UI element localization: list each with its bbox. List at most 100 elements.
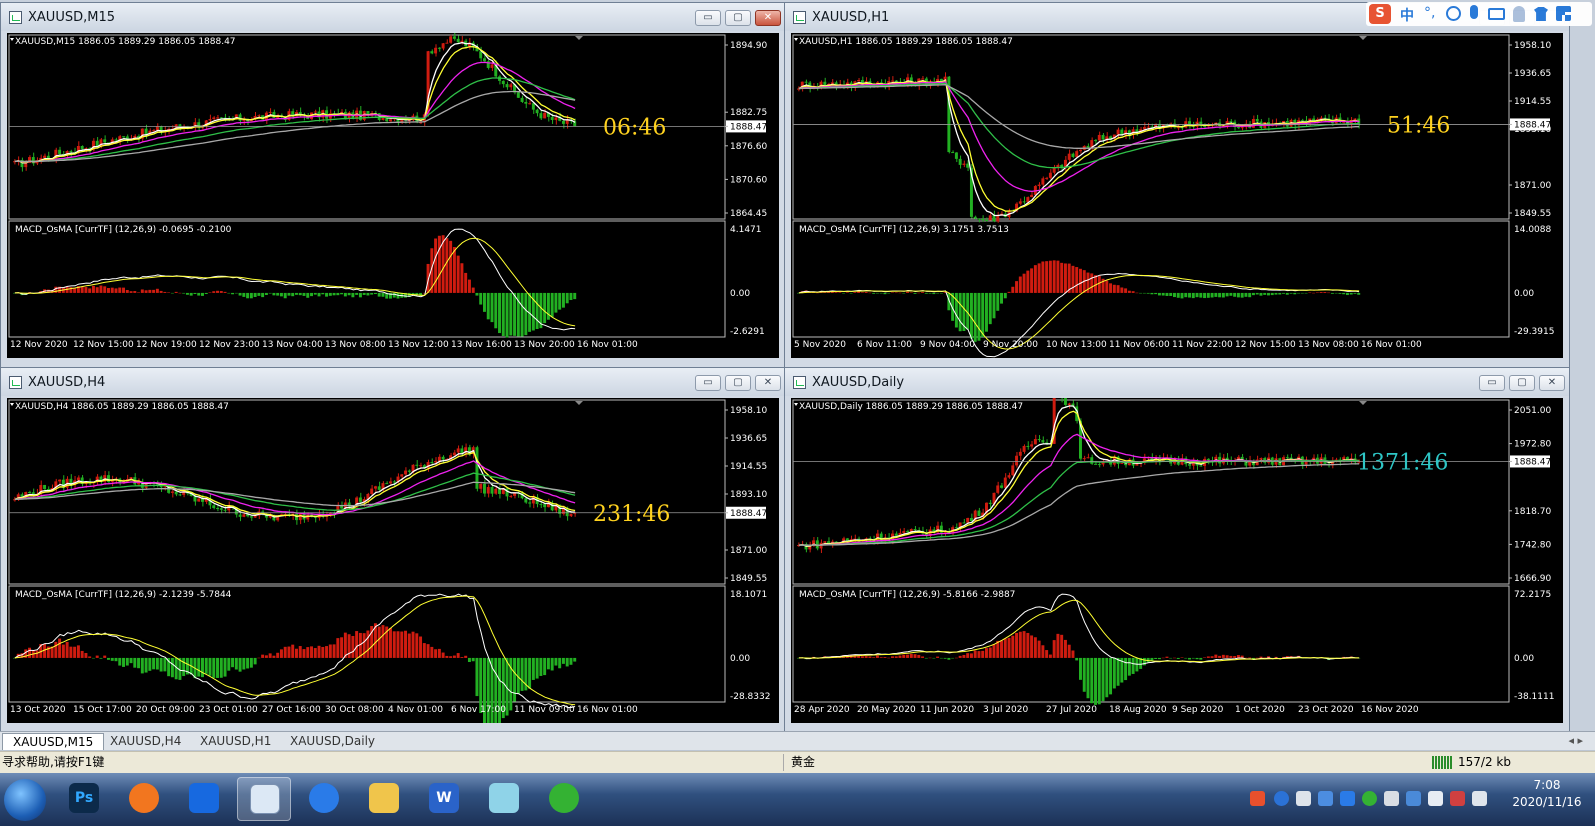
candlestick bbox=[31, 152, 35, 166]
macd-bar bbox=[231, 292, 235, 295]
macd-bar bbox=[1255, 657, 1259, 659]
candlestick bbox=[1323, 454, 1327, 464]
taskbar-mt4[interactable] bbox=[237, 777, 291, 821]
candlestick bbox=[95, 474, 99, 485]
window-titlebar[interactable]: XAUUSD,Daily ▭ ▢ ✕ bbox=[785, 368, 1569, 396]
macd-bar bbox=[494, 292, 498, 329]
chart-window-2[interactable]: XAUUSD,H1 XAUUSD,H1 1886.05 1889.29 1886… bbox=[784, 2, 1570, 368]
minimize-button[interactable]: ▭ bbox=[695, 10, 721, 26]
minimize-button[interactable]: ▭ bbox=[1479, 375, 1505, 391]
taskbar-wps[interactable]: W bbox=[417, 777, 471, 821]
macd-bar bbox=[475, 292, 479, 296]
macd-bar bbox=[125, 289, 129, 293]
maximize-button[interactable]: ▢ bbox=[1509, 375, 1535, 391]
time-tick-label: 23 Oct 2020 bbox=[1298, 705, 1354, 715]
price-tick-label: 1871.00 bbox=[730, 546, 767, 556]
price-tick-label: 1871.00 bbox=[1514, 181, 1551, 191]
macd-bar bbox=[1000, 640, 1003, 658]
macd-bar bbox=[1180, 657, 1184, 659]
taskbar-foxmail[interactable] bbox=[117, 777, 171, 821]
punctuation-icon[interactable]: °, bbox=[1424, 5, 1435, 21]
tab-xauusd-h1[interactable]: XAUUSD,H1 bbox=[190, 733, 281, 750]
cube-tray-icon[interactable] bbox=[1318, 791, 1333, 806]
candlestick bbox=[857, 78, 861, 82]
macd-bar bbox=[1154, 657, 1158, 659]
flag-tray-icon[interactable] bbox=[1450, 791, 1465, 806]
chart-window-3[interactable]: XAUUSD,H4 ▭ ▢ ✕ XAUUSD,H4 1886.05 1889.2… bbox=[0, 367, 786, 733]
network-tray-icon[interactable] bbox=[1428, 791, 1443, 806]
chart-area[interactable]: XAUUSD,H1 1886.05 1889.29 1886.05 1888.4… bbox=[791, 33, 1563, 358]
taskbar-wechat[interactable] bbox=[537, 777, 591, 821]
window-titlebar[interactable]: XAUUSD,H4 ▭ ▢ ✕ bbox=[1, 368, 785, 396]
toolbox-icon[interactable] bbox=[1556, 6, 1571, 21]
chart-area[interactable]: XAUUSD,Daily 1886.05 1889.29 1886.05 188… bbox=[791, 398, 1563, 723]
maximize-button[interactable]: ▢ bbox=[725, 10, 751, 26]
chart-menu-icon[interactable] bbox=[794, 38, 798, 41]
scissors-tray-icon[interactable] bbox=[1296, 791, 1311, 806]
candlestick bbox=[992, 210, 996, 223]
chart-shift-marker-icon[interactable] bbox=[575, 401, 583, 405]
macd-bar bbox=[501, 292, 505, 336]
macd-bar bbox=[932, 292, 936, 295]
tab-scroll-arrows[interactable]: ◂ ▸ bbox=[1568, 734, 1583, 747]
start-button[interactable] bbox=[4, 779, 46, 821]
sogou-icon[interactable]: S bbox=[1369, 4, 1391, 24]
chart-menu-icon[interactable] bbox=[10, 38, 14, 41]
sogou-tray-icon[interactable] bbox=[1250, 791, 1265, 806]
clock-date[interactable]: 2020/11/16 bbox=[1502, 795, 1592, 809]
candles bbox=[797, 398, 1361, 554]
chart-area[interactable]: XAUUSD,H4 1886.05 1889.29 1886.05 1888.4… bbox=[7, 398, 779, 723]
candlestick bbox=[193, 118, 197, 131]
wechat-tray-icon[interactable] bbox=[1362, 791, 1377, 806]
emoji-icon[interactable] bbox=[1446, 6, 1461, 21]
tab-xauusd-m15[interactable]: XAUUSD,M15 bbox=[2, 733, 105, 750]
chart-area[interactable]: XAUUSD,M15 1886.05 1889.29 1886.05 1888.… bbox=[7, 33, 779, 358]
macd-bar bbox=[1308, 292, 1312, 294]
chart-menu-icon[interactable] bbox=[794, 403, 798, 406]
candlestick bbox=[921, 76, 925, 80]
chart-shift-marker-icon[interactable] bbox=[1359, 401, 1367, 405]
macd-bar bbox=[1236, 655, 1240, 658]
tab-xauusd-daily[interactable]: XAUUSD,Daily bbox=[280, 733, 385, 750]
keyboard-icon[interactable] bbox=[1488, 8, 1505, 20]
feishu-tray-icon[interactable] bbox=[1340, 791, 1355, 806]
close-button[interactable]: ✕ bbox=[755, 10, 781, 26]
help-tray-icon[interactable] bbox=[1274, 791, 1289, 806]
chart-menu-icon[interactable] bbox=[10, 403, 14, 406]
tab-xauusd-h4[interactable]: XAUUSD,H4 bbox=[100, 733, 191, 750]
close-button[interactable]: ✕ bbox=[1539, 375, 1565, 391]
candlestick bbox=[178, 493, 182, 497]
time-tick-label: 16 Nov 2020 bbox=[1361, 705, 1419, 715]
minimize-button[interactable]: ▭ bbox=[695, 375, 721, 391]
taskbar-photoshop[interactable]: Ps bbox=[57, 777, 111, 821]
shield-tray-icon[interactable] bbox=[1406, 791, 1421, 806]
maximize-button[interactable]: ▢ bbox=[725, 375, 751, 391]
price-axis: 2051.00 1972.80 1888.47 1818.70 1742.80 1666.… bbox=[1509, 406, 1551, 584]
volume-tray-icon[interactable] bbox=[1472, 791, 1487, 806]
price-axis: 1958.101936.651914.551893.101888.471871.… bbox=[1509, 41, 1551, 219]
sync-tray-icon[interactable] bbox=[1384, 791, 1399, 806]
chart-shift-marker-icon[interactable] bbox=[1359, 36, 1367, 40]
time-axis: 5 Nov 2020 6 Nov 11:00 9 Nov 04:00 9 Nov 20… bbox=[794, 340, 1422, 350]
user-icon[interactable] bbox=[1513, 6, 1525, 22]
candlestick bbox=[936, 521, 940, 535]
chart-window-4[interactable]: XAUUSD,Daily ▭ ▢ ✕ XAUUSD,Daily 1886.05 … bbox=[784, 367, 1570, 733]
taskbar-feishu-docs[interactable] bbox=[297, 777, 351, 821]
macd-bar bbox=[1033, 265, 1037, 293]
microphone-icon[interactable] bbox=[1470, 5, 1478, 19]
taskbar-explorer[interactable] bbox=[357, 777, 411, 821]
close-button[interactable]: ✕ bbox=[755, 375, 781, 391]
clock-time[interactable]: 7:08 bbox=[1502, 778, 1592, 792]
skin-icon[interactable] bbox=[1534, 7, 1548, 21]
price-tick-label: 1666.90 bbox=[1514, 574, 1551, 584]
ime-toolbar[interactable]: S 中 °, bbox=[1366, 2, 1592, 26]
ime-lang-label[interactable]: 中 bbox=[1400, 5, 1414, 25]
chart-shift-marker-icon[interactable] bbox=[575, 36, 583, 40]
macd-bar bbox=[1244, 292, 1248, 297]
taskbar-feishu[interactable] bbox=[177, 777, 231, 821]
window-titlebar[interactable]: XAUUSD,M15 ▭ ▢ ✕ bbox=[1, 3, 785, 31]
taskbar-notepad[interactable] bbox=[477, 777, 531, 821]
macd-bar bbox=[1124, 288, 1128, 293]
chart-window-1[interactable]: XAUUSD,M15 ▭ ▢ ✕ XAUUSD,M15 1886.05 1889… bbox=[0, 2, 786, 368]
macd-bar bbox=[122, 287, 125, 293]
